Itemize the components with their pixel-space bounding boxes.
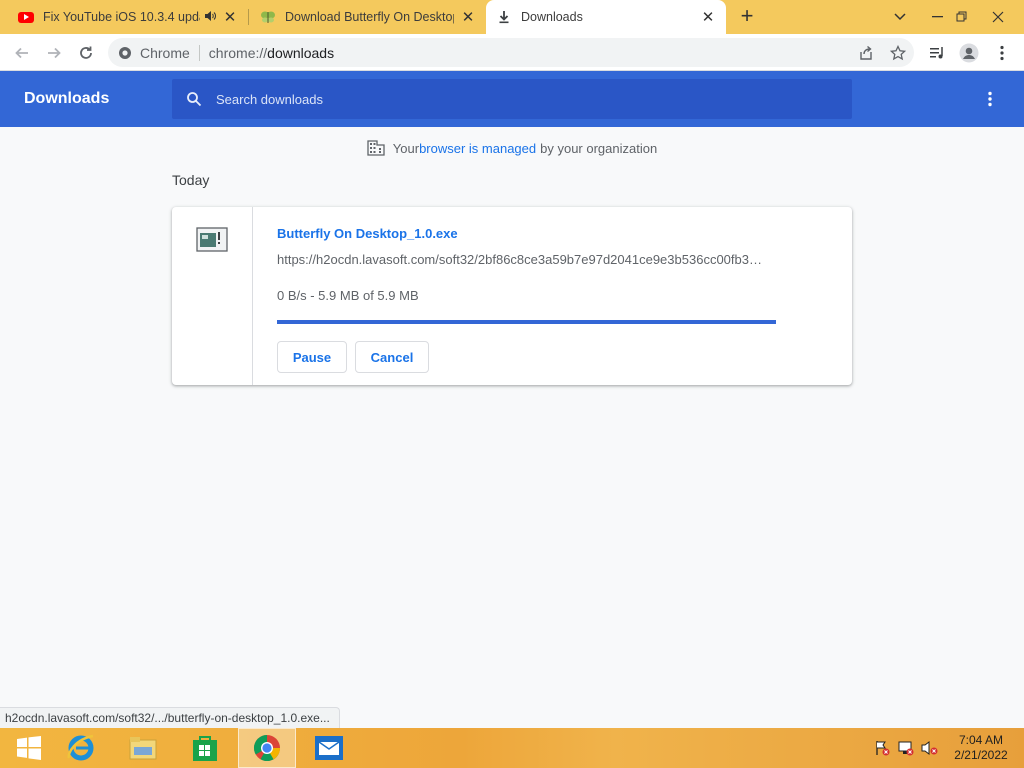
close-tab-icon[interactable]: ✕: [700, 9, 716, 26]
store-taskbar[interactable]: [176, 728, 234, 768]
chevron-down-icon[interactable]: [880, 0, 920, 34]
tab-butterfly[interactable]: Download Butterfly On Desktop ✕: [250, 0, 486, 34]
browser-toolbar: Chrome chrome://downloads: [0, 34, 1024, 71]
omnibox-chip: Chrome: [140, 44, 190, 61]
tab-separator: [248, 9, 249, 25]
clock-date: 2/21/2022: [954, 748, 1008, 762]
download-item-card: Butterfly On Desktop_1.0.exe https://h2o…: [172, 207, 852, 385]
speaker-icon[interactable]: [204, 10, 216, 25]
close-tab-icon[interactable]: ✕: [222, 9, 238, 26]
close-window-button[interactable]: [978, 0, 1018, 34]
address-bar[interactable]: Chrome chrome://downloads: [108, 38, 914, 67]
download-status: 0 B/s - 5.9 MB of 5.9 MB: [277, 288, 419, 303]
butterfly-icon: [261, 11, 275, 23]
media-controls-icon[interactable]: [926, 42, 948, 64]
chrome-icon: [253, 734, 281, 762]
windows-logo-icon: [17, 736, 41, 760]
cancel-button[interactable]: Cancel: [355, 341, 429, 373]
forward-button[interactable]: [42, 41, 66, 65]
link-status-bubble: h2ocdn.lavasoft.com/soft32/.../butterfly…: [0, 707, 340, 728]
omnibox-separator: [198, 44, 200, 61]
file-icon-column: [172, 207, 253, 385]
mail-icon: [315, 736, 343, 760]
youtube-icon: [18, 11, 34, 23]
managed-suffix: by your organization: [540, 140, 658, 156]
file-source-url[interactable]: https://h2ocdn.lavasoft.com/soft32/2bf86…: [277, 252, 777, 267]
managed-prefix: Your: [392, 140, 420, 156]
chrome-icon: [119, 46, 131, 59]
internet-explorer-icon: [67, 734, 94, 761]
windows-taskbar: 7:04 AM 2/21/2022: [0, 728, 1024, 768]
file-icon: [196, 227, 228, 252]
reload-button[interactable]: [74, 41, 98, 65]
file-name-link[interactable]: Butterfly On Desktop_1.0.exe: [277, 226, 458, 241]
system-clock[interactable]: 7:04 AM 2/21/2022: [946, 733, 1016, 763]
store-icon: [193, 736, 217, 761]
chrome-menu-icon[interactable]: [991, 42, 1013, 64]
more-actions-icon[interactable]: [980, 89, 1000, 109]
search-box[interactable]: [172, 79, 852, 119]
search-input[interactable]: [216, 91, 816, 107]
start-button[interactable]: [0, 728, 58, 768]
volume-muted-icon[interactable]: [921, 740, 939, 756]
back-button[interactable]: [10, 41, 34, 65]
building-icon: [367, 140, 385, 156]
tab-strip: Fix YouTube iOS 10.3.4 update ✕ Download…: [0, 0, 1024, 34]
search-icon: [187, 92, 202, 107]
tab-youtube[interactable]: Fix YouTube iOS 10.3.4 update ✕: [8, 0, 248, 34]
download-progress-bar: [277, 320, 776, 324]
file-explorer-icon: [129, 737, 157, 760]
downloads-header: Downloads: [0, 71, 1024, 127]
share-icon[interactable]: [855, 42, 877, 64]
action-center-flag-icon[interactable]: [873, 740, 891, 756]
internet-explorer-taskbar[interactable]: [52, 728, 110, 768]
tab-title: Fix YouTube iOS 10.3.4 update: [43, 10, 200, 24]
restore-button[interactable]: [942, 0, 982, 34]
network-icon[interactable]: [897, 740, 915, 756]
pause-button[interactable]: Pause: [277, 341, 347, 373]
bookmark-star-icon[interactable]: [887, 42, 909, 64]
tab-title: Download Butterfly On Desktop: [285, 10, 454, 24]
progress-fill: [277, 320, 776, 324]
close-tab-icon[interactable]: ✕: [460, 9, 476, 26]
mail-taskbar[interactable]: [300, 728, 358, 768]
profile-avatar-icon[interactable]: [958, 42, 980, 64]
clock-time: 7:04 AM: [958, 733, 1004, 747]
tab-title: Downloads: [521, 10, 583, 24]
date-section-label: Today: [172, 172, 210, 188]
managed-notice: Your browser is managed by your organiza…: [0, 140, 1024, 159]
url-text[interactable]: chrome://downloads: [209, 45, 334, 61]
new-tab-button[interactable]: +: [736, 5, 758, 28]
tab-downloads[interactable]: Downloads ✕: [486, 0, 726, 34]
download-icon: [499, 11, 509, 24]
page-title: Downloads: [24, 90, 110, 107]
managed-link[interactable]: browser is managed: [419, 141, 536, 156]
file-explorer-taskbar[interactable]: [114, 728, 172, 768]
chrome-taskbar[interactable]: [238, 728, 296, 768]
